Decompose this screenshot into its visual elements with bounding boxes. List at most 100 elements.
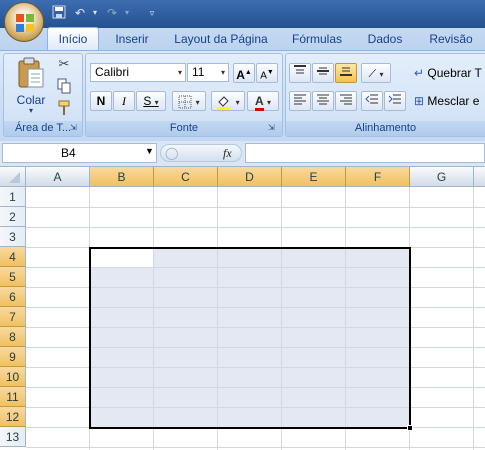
font-size-value: 11 — [192, 65, 205, 79]
fill-handle[interactable] — [407, 425, 413, 431]
gridline — [26, 447, 485, 448]
column-header-d[interactable]: D — [218, 167, 282, 187]
redo-dropdown-icon[interactable]: ▾ — [122, 5, 132, 21]
undo-icon[interactable]: ↶ — [72, 5, 88, 21]
decrease-indent-button[interactable] — [361, 91, 383, 111]
fill-color-icon — [217, 96, 232, 110]
row-header-2[interactable]: 2 — [0, 207, 26, 227]
format-painter-icon[interactable] — [56, 100, 72, 116]
column-header-g[interactable]: G — [410, 167, 474, 187]
fill-color-dropdown-icon[interactable]: ▾ — [236, 98, 240, 107]
bold-button[interactable]: N — [90, 91, 112, 111]
font-launcher-icon[interactable]: ⇲ — [268, 123, 278, 133]
select-all-corner[interactable] — [0, 167, 26, 187]
font-color-button[interactable]: A ▾ — [247, 91, 279, 111]
undo-dropdown-icon[interactable]: ▾ — [90, 5, 100, 21]
insert-function-icon[interactable]: fx — [223, 146, 232, 161]
font-name-value: Calibri — [95, 65, 130, 79]
paste-dropdown-icon[interactable]: ▾ — [8, 106, 54, 115]
align-center-button[interactable] — [312, 91, 334, 111]
column-header-b[interactable]: B — [90, 167, 154, 187]
fill-color-button[interactable]: ▾ — [211, 91, 245, 111]
row-header-4[interactable]: 4 — [0, 247, 26, 267]
grow-font-button[interactable]: A▲ — [233, 63, 255, 83]
clipboard-group-label: Área de T... — [14, 122, 72, 134]
align-middle-icon — [317, 67, 329, 75]
tab-revisao[interactable]: Revisão — [418, 28, 484, 50]
save-icon[interactable] — [50, 5, 68, 21]
shrink-font-button[interactable]: A▼ — [256, 63, 278, 83]
font-size-combo[interactable]: 11 ▾ — [187, 63, 229, 82]
row-header-12[interactable]: 12 — [0, 407, 26, 427]
underline-label: S — [143, 94, 152, 108]
formula-resize-handle-icon[interactable]: ◯ — [165, 146, 178, 160]
increase-indent-icon — [388, 94, 401, 104]
clipboard-launcher-icon[interactable]: ⇲ — [70, 123, 80, 133]
merge-center-button[interactable]: ⊞ Mesclar e — [414, 91, 485, 111]
underline-button[interactable]: S ▾ — [136, 91, 166, 111]
increase-indent-button[interactable] — [384, 91, 406, 111]
align-bottom-button[interactable] — [335, 63, 357, 83]
row-header-3[interactable]: 3 — [0, 227, 26, 247]
font-name-dropdown-icon[interactable]: ▾ — [178, 64, 182, 81]
tab-formulas[interactable]: Fórmulas — [282, 28, 352, 50]
tab-dados[interactable]: Dados — [356, 28, 414, 50]
align-right-button[interactable] — [335, 91, 357, 111]
grow-font-icon: A — [236, 68, 245, 82]
align-right-icon — [340, 94, 352, 105]
column-header-e[interactable]: E — [282, 167, 346, 187]
row-header-9[interactable]: 9 — [0, 347, 26, 367]
selection-border — [89, 247, 411, 429]
merge-icon: ⊞ — [414, 94, 425, 108]
borders-button[interactable]: ▾ — [172, 91, 206, 111]
orientation-dropdown-icon[interactable]: ▾ — [380, 70, 384, 79]
row-header-13[interactable]: 13 — [0, 427, 26, 447]
align-middle-button[interactable] — [312, 63, 334, 83]
borders-dropdown-icon[interactable]: ▾ — [196, 98, 200, 107]
decrease-indent-icon — [365, 94, 378, 104]
office-button[interactable] — [4, 2, 44, 42]
align-bottom-icon — [340, 67, 352, 76]
gridline — [26, 207, 485, 208]
column-header-a[interactable]: A — [26, 167, 90, 187]
row-header-1[interactable]: 1 — [0, 187, 26, 207]
underline-dropdown-icon[interactable]: ▾ — [155, 98, 159, 107]
row-header-5[interactable]: 5 — [0, 267, 26, 287]
font-name-combo[interactable]: Calibri ▾ — [90, 63, 186, 82]
row-header-8[interactable]: 8 — [0, 327, 26, 347]
row-header-11[interactable]: 11 — [0, 387, 26, 407]
column-header-f[interactable]: F — [346, 167, 410, 187]
borders-icon — [178, 95, 192, 109]
formula-input[interactable] — [245, 143, 485, 163]
orientation-button[interactable]: ⟋ ▾ — [361, 63, 391, 83]
tab-inserir[interactable]: Inserir — [104, 28, 160, 50]
copy-icon[interactable] — [56, 78, 72, 94]
align-top-icon — [294, 65, 306, 74]
align-left-icon — [294, 94, 306, 105]
column-header-h-partial[interactable] — [474, 167, 485, 187]
column-header-c[interactable]: C — [154, 167, 218, 187]
customize-arrow-icon[interactable]: ▿ — [146, 5, 158, 21]
align-center-icon — [317, 94, 329, 105]
tab-layout-da-pagina[interactable]: Layout da Página — [164, 28, 278, 50]
tab-inicio[interactable]: Início — [47, 27, 99, 51]
paste-button[interactable]: Colar ▾ — [8, 55, 54, 117]
wrap-text-button[interactable]: ↵ Quebrar T — [414, 63, 485, 83]
row-header-6[interactable]: 6 — [0, 287, 26, 307]
shrink-font-icon: A — [260, 70, 267, 82]
font-color-dropdown-icon[interactable]: ▾ — [267, 98, 271, 107]
name-box-dropdown-icon[interactable]: ▼ — [145, 146, 154, 156]
row-header-10[interactable]: 10 — [0, 367, 26, 387]
italic-button[interactable]: I — [113, 91, 135, 111]
name-box-value: B4 — [61, 146, 76, 160]
align-top-button[interactable] — [289, 63, 311, 83]
align-left-button[interactable] — [289, 91, 311, 111]
orientation-icon: ⟋ — [368, 68, 377, 80]
merge-label: Mesclar e — [427, 94, 480, 108]
name-box[interactable]: B4 ▼ — [2, 143, 157, 163]
cut-icon[interactable]: ✂ — [56, 56, 72, 72]
paste-label: Colar — [16, 93, 46, 107]
redo-icon[interactable]: ↷ — [104, 5, 120, 21]
row-header-7[interactable]: 7 — [0, 307, 26, 327]
font-size-dropdown-icon[interactable]: ▾ — [221, 64, 225, 81]
